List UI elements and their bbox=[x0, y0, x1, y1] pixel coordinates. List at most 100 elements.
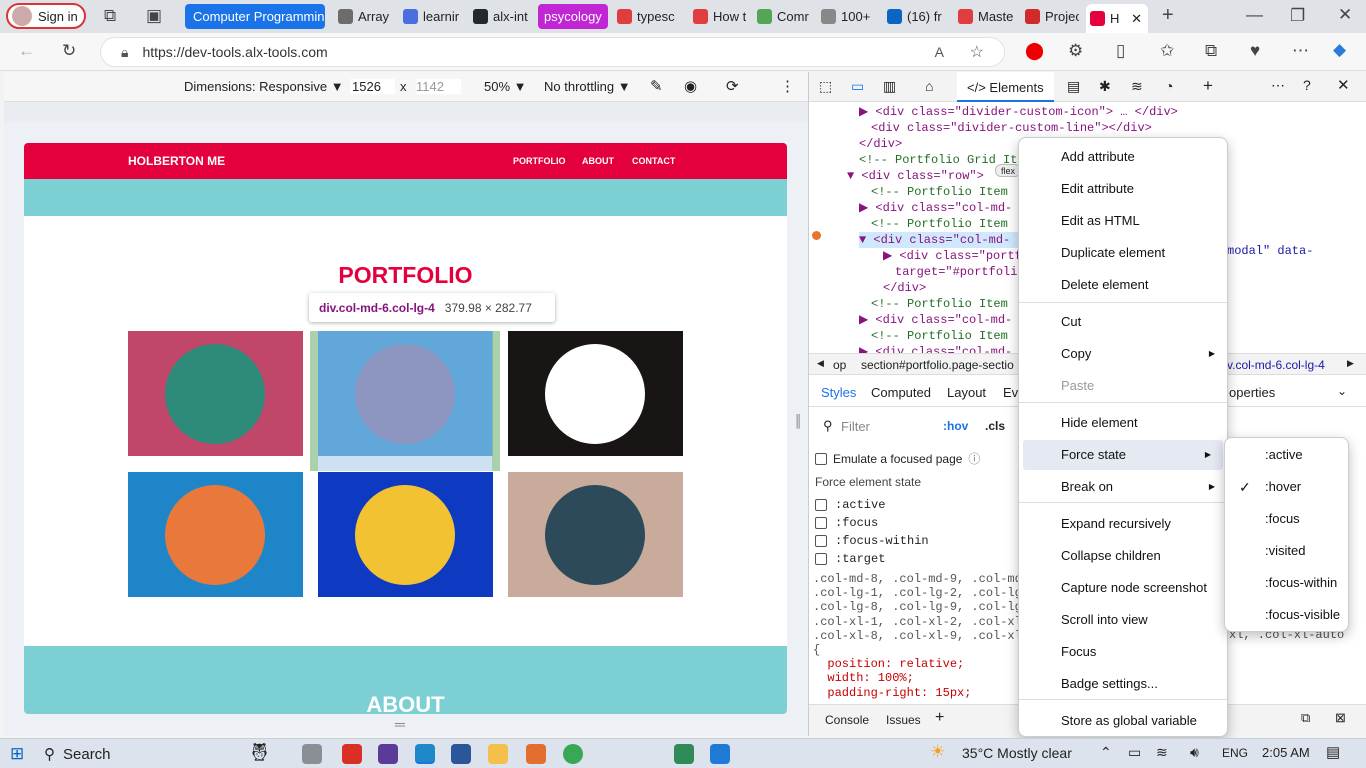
force-state-item[interactable]: :hover ✓ bbox=[1225, 472, 1348, 502]
refresh-icon[interactable]: ↻ bbox=[62, 41, 76, 61]
network-icon[interactable]: ≋ bbox=[1131, 78, 1143, 95]
file-explorer-icon[interactable] bbox=[488, 744, 508, 764]
app-icon-purple[interactable] bbox=[378, 744, 398, 764]
url-field[interactable]: 🔒︎ https://dev-tools.alx-tools.com A ☆ bbox=[100, 37, 1005, 67]
browser-tab[interactable]: typesc bbox=[613, 4, 683, 29]
drawer-tab-console[interactable]: Console bbox=[825, 713, 869, 727]
dimensions-select[interactable]: Dimensions: Responsive ▼ bbox=[184, 79, 344, 94]
menu-item-copy[interactable]: Copy ▶ bbox=[1019, 339, 1227, 369]
settings-more-icon[interactable]: ⋯ bbox=[1292, 41, 1309, 61]
portfolio-item-safe[interactable] bbox=[318, 472, 493, 597]
browser-tab[interactable]: H ✕ bbox=[1086, 4, 1148, 33]
tab-elements[interactable]: </> Elements bbox=[957, 72, 1054, 102]
menu-item-badge-settings[interactable]: Badge settings... bbox=[1019, 669, 1227, 699]
nav-portfolio[interactable]: PORTFOLIO bbox=[513, 156, 566, 166]
force-state-item[interactable]: :focus-within bbox=[1225, 568, 1348, 598]
dom-node-line[interactable]: target="#portfolic bbox=[895, 264, 1025, 280]
hov-toggle[interactable]: :hov bbox=[943, 419, 968, 433]
dom-node-line[interactable]: ▶ <div class="portfo bbox=[883, 248, 1029, 264]
menu-item-scroll-into-view[interactable]: Scroll into view bbox=[1019, 605, 1227, 635]
css-rule-line[interactable]: padding-right: 15px; bbox=[813, 686, 971, 700]
crumb-left[interactable]: op bbox=[833, 358, 846, 372]
performance-icon[interactable]: ♥ bbox=[1250, 41, 1260, 61]
sources-icon[interactable]: ✱ bbox=[1099, 78, 1111, 95]
more-options-icon[interactable]: ⋮ bbox=[780, 77, 795, 95]
dom-node-line[interactable]: <!-- Portfolio Grid It bbox=[859, 152, 1017, 168]
css-rule-line[interactable]: .col-xl-1, .col-xl-2, .col-xl-3 bbox=[813, 615, 1036, 629]
menu-item-duplicate-element[interactable]: Duplicate element bbox=[1019, 238, 1227, 268]
start-icon[interactable]: ⊞ bbox=[10, 744, 24, 764]
splitter-handle[interactable]: ║ bbox=[794, 414, 803, 428]
read-aloud-icon[interactable]: A bbox=[935, 44, 944, 60]
collections-icon[interactable]: ⧉ bbox=[1205, 41, 1217, 61]
copilot-icon[interactable]: ◆ bbox=[1333, 40, 1346, 60]
dom-node-line[interactable]: ▼ <div class="row"> bbox=[847, 168, 984, 184]
site-brand[interactable]: HOLBERTON ME bbox=[128, 154, 225, 168]
inspect-icon[interactable]: ⬚ bbox=[819, 78, 832, 95]
browser-tab[interactable]: 100+ bbox=[817, 4, 877, 29]
css-rule-line[interactable]: .col-lg-8, .col-lg-9, .col-lg-1 bbox=[813, 600, 1036, 614]
crumb-selected[interactable]: v.col-md-6.col-lg-4 bbox=[1227, 358, 1325, 372]
profile-button[interactable]: Sign in bbox=[6, 3, 86, 29]
cls-toggle[interactable]: .cls bbox=[985, 419, 1005, 433]
extensions-icon[interactable]: ⚙ bbox=[1068, 41, 1083, 61]
styles-filter-input[interactable]: Filter bbox=[841, 419, 870, 434]
throttling-select[interactable]: No throttling ▼ bbox=[544, 79, 631, 94]
browser-tab[interactable]: alx-int bbox=[469, 4, 531, 29]
taskbar-search[interactable]: ⚲ Search bbox=[44, 743, 224, 765]
dom-node-line[interactable]: <!-- Portfolio Item bbox=[871, 216, 1008, 232]
css-rule-line[interactable]: position: relative; bbox=[813, 657, 964, 671]
menu-item-paste[interactable]: Paste bbox=[1019, 371, 1227, 401]
performance-tab-icon[interactable]: ◔ bbox=[1165, 78, 1173, 94]
css-rule-line[interactable]: { bbox=[813, 643, 820, 657]
dom-node-line[interactable]: ▶ <div class="col-md- bbox=[859, 312, 1012, 328]
app-icon-green[interactable] bbox=[674, 744, 694, 764]
force-state-checkbox[interactable] bbox=[815, 553, 827, 565]
css-rule-line[interactable]: .col-lg-1, .col-lg-2, .col-lg-3 bbox=[813, 586, 1036, 600]
language-indicator[interactable]: ENG bbox=[1222, 746, 1248, 760]
browser-tab[interactable]: How t bbox=[689, 4, 747, 29]
chrome-icon[interactable] bbox=[563, 744, 583, 764]
browser-tab[interactable]: Comr bbox=[753, 4, 813, 29]
menu-item-cut[interactable]: Cut bbox=[1019, 307, 1227, 337]
vscode-icon[interactable] bbox=[710, 744, 730, 764]
tab-styles[interactable]: Styles bbox=[821, 385, 856, 400]
drawer-add-icon[interactable]: + bbox=[935, 709, 944, 727]
help-icon[interactable]: ? bbox=[1303, 77, 1311, 93]
minimize-icon[interactable]: — bbox=[1246, 5, 1263, 25]
close-tab-icon[interactable]: ✕ bbox=[1131, 11, 1142, 27]
browser-tab[interactable]: Computer Programmin bbox=[185, 4, 325, 29]
menu-item-break-on[interactable]: Break on ▶ bbox=[1019, 472, 1227, 502]
more-tabs-icon[interactable]: + bbox=[1203, 76, 1213, 96]
close-window-icon[interactable]: ✕ bbox=[1338, 5, 1352, 25]
crumb-next-icon[interactable]: ▶ bbox=[1347, 358, 1354, 369]
drawer-close-icon[interactable]: ⊠ bbox=[1335, 710, 1346, 726]
menu-item-edit-as-html[interactable]: Edit as HTML bbox=[1019, 206, 1227, 236]
eyedropper-icon[interactable]: ✎ bbox=[650, 77, 663, 95]
notifications-icon[interactable]: ▤ bbox=[1326, 743, 1340, 761]
drawer-tab-issues[interactable]: Issues bbox=[886, 713, 921, 727]
clock[interactable]: 2:05 AM bbox=[1262, 745, 1310, 760]
emulate-focus-row[interactable]: Emulate a focused page ⓘ bbox=[815, 450, 980, 467]
menu-item-delete-element[interactable]: Delete element bbox=[1019, 270, 1227, 300]
menu-item-edit-attribute[interactable]: Edit attribute bbox=[1019, 174, 1227, 204]
dom-node-line[interactable]: ▶ <div class="divider-custom-icon"> … </… bbox=[859, 104, 1178, 120]
dom-node-line[interactable]: <!-- Portfolio Item bbox=[871, 328, 1008, 344]
dock-icon[interactable]: ▥ bbox=[883, 78, 896, 95]
app-icon-red[interactable] bbox=[342, 744, 362, 764]
browser-tab[interactable]: psycology bbox=[538, 4, 608, 29]
rotate-icon[interactable]: ⟳ bbox=[726, 77, 739, 95]
favorites-icon[interactable]: ✩ bbox=[1160, 41, 1174, 61]
resize-handle-icon[interactable]: ═ bbox=[395, 716, 405, 732]
opera-icon[interactable]: ⬤ bbox=[1025, 41, 1044, 61]
dom-node-line[interactable]: ▶ <div class="col-md- bbox=[859, 200, 1012, 216]
tab-computed[interactable]: Computed bbox=[871, 385, 931, 400]
browser-tab[interactable]: Maste bbox=[954, 4, 1016, 29]
css-rule-line[interactable]: .col-md-8, .col-md-9, .col-md-1 bbox=[813, 572, 1036, 586]
menu-item-capture-node-screenshot[interactable]: Capture node screenshot bbox=[1019, 573, 1227, 603]
devtools-menu-icon[interactable]: ⋯ bbox=[1271, 77, 1285, 94]
battery-icon[interactable]: ▭ bbox=[1128, 744, 1141, 761]
tab-layout[interactable]: Layout bbox=[947, 385, 986, 400]
menu-item-focus[interactable]: Focus bbox=[1019, 637, 1227, 667]
force-state-item[interactable]: :focus-visible bbox=[1225, 600, 1348, 630]
